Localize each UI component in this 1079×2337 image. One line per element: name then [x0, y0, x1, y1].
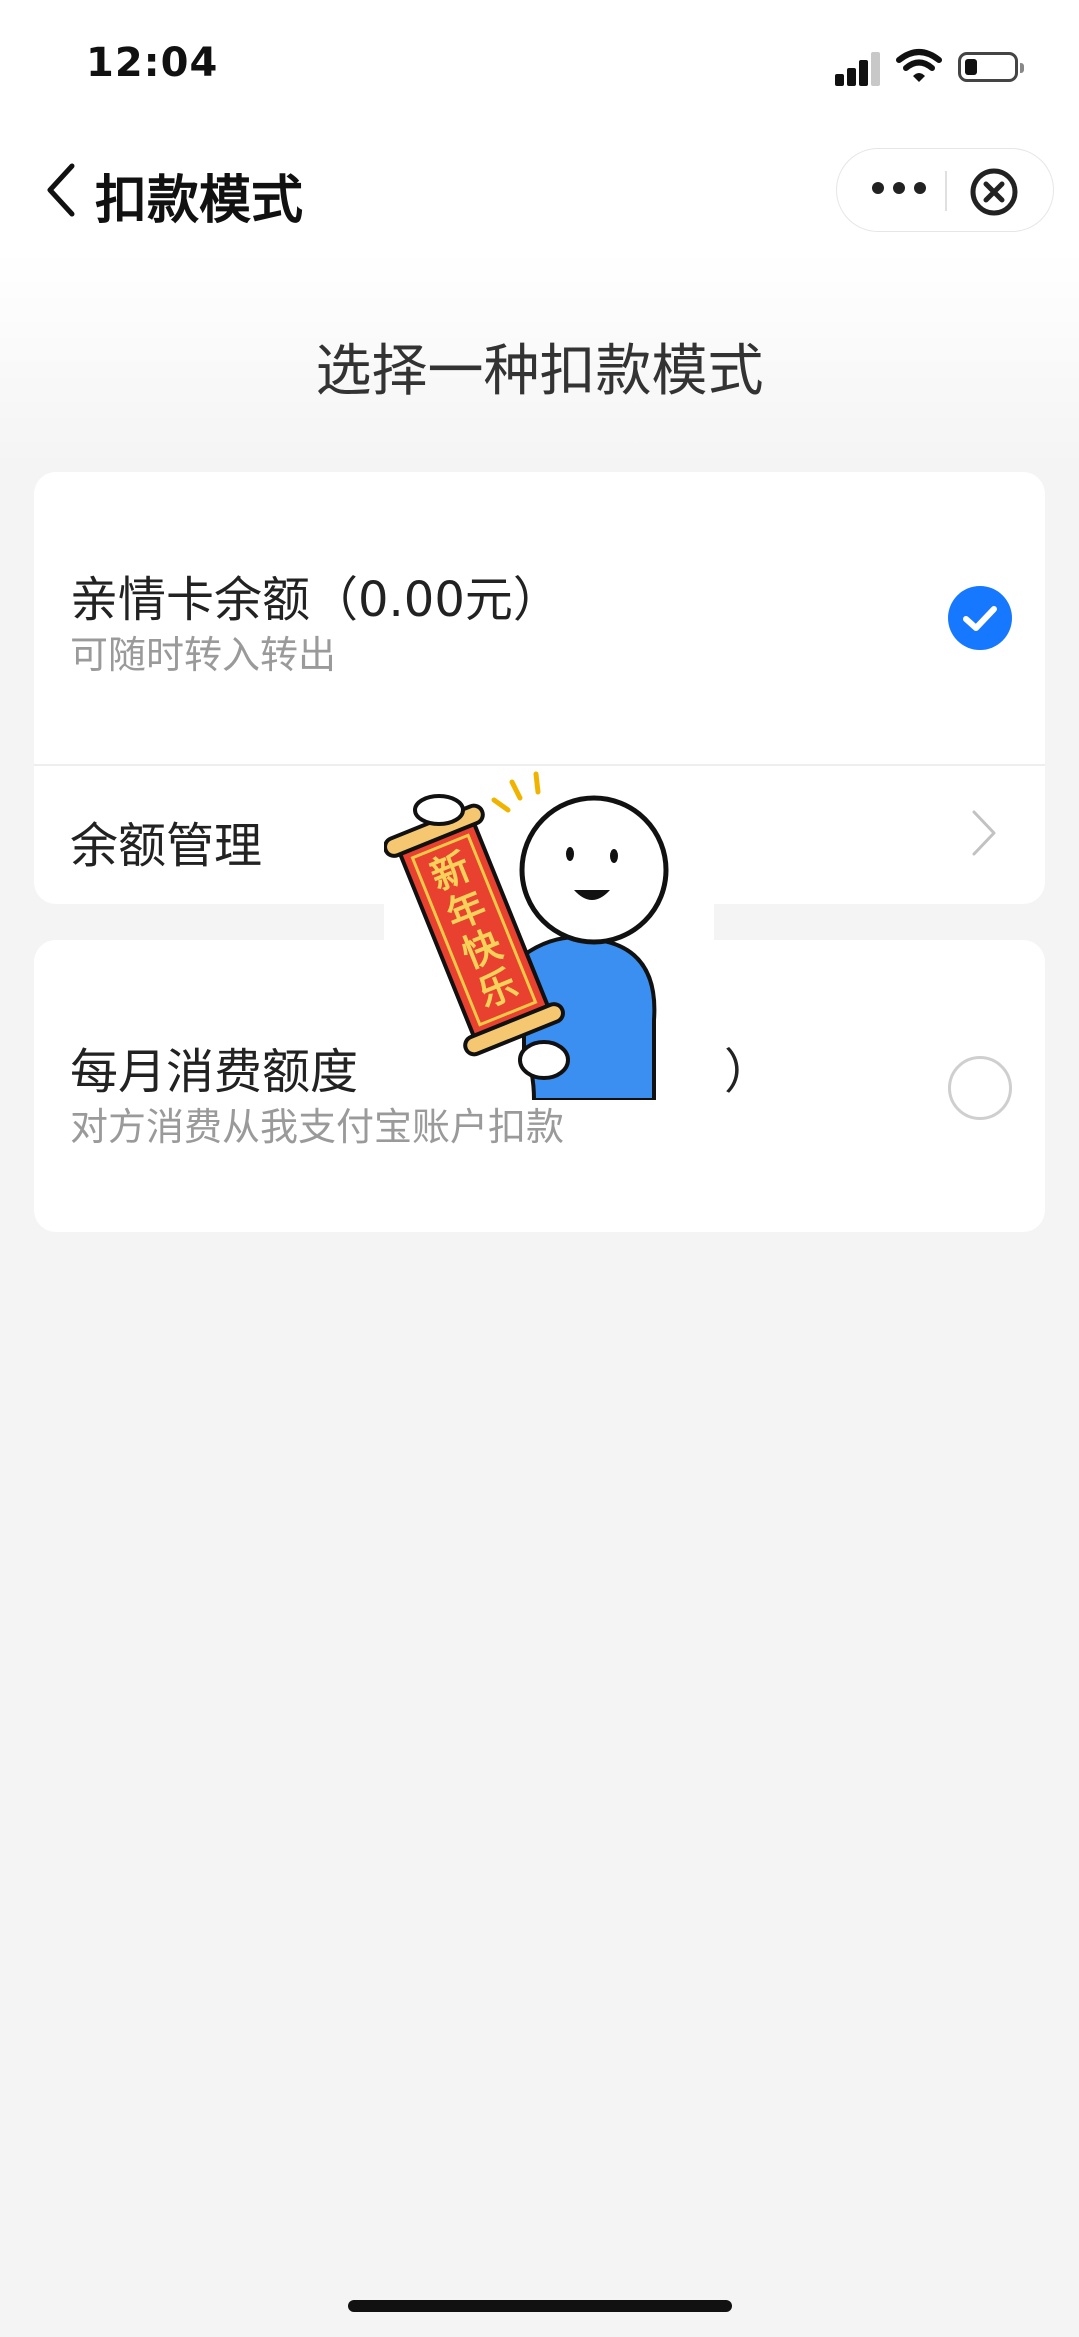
page-title: 扣款模式	[95, 171, 304, 231]
monthly-quota-subtitle: 对方消费从我支付宝账户扣款	[70, 1105, 565, 1149]
radio-unselected[interactable]	[948, 1056, 1012, 1120]
battery-icon	[958, 52, 1024, 82]
home-indicator	[348, 2300, 732, 2312]
monthly-quota-title-suffix: ）	[724, 1044, 773, 1100]
status-time: 12:04	[86, 40, 219, 86]
checkmark-selected-icon[interactable]	[948, 586, 1012, 650]
more-icon[interactable]	[871, 181, 927, 195]
new-year-sticker: 新 年 快 乐	[384, 771, 714, 1100]
capsule-divider	[945, 171, 947, 211]
balance-option-title: 亲情卡余额（0.00元）	[70, 572, 561, 628]
monthly-quota-title: 每月消费额度	[70, 1044, 359, 1100]
close-circle-icon[interactable]	[969, 167, 1019, 217]
miniapp-capsule	[836, 148, 1054, 232]
chevron-right-icon	[972, 810, 996, 856]
balance-manage-label: 余额管理	[70, 818, 263, 874]
back-arrow-icon[interactable]	[40, 160, 84, 220]
balance-option-subtitle: 可随时转入转出	[70, 633, 337, 677]
wifi-icon	[896, 49, 942, 82]
section-heading: 选择一种扣款模式	[315, 339, 764, 404]
balance-option-row[interactable]: 亲情卡余额（0.00元） 可随时转入转出	[34, 472, 1045, 764]
cellular-signal-icon	[835, 50, 881, 86]
